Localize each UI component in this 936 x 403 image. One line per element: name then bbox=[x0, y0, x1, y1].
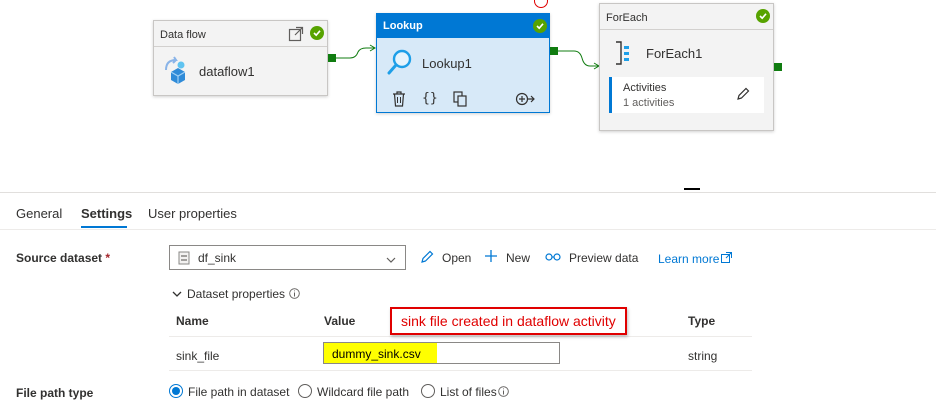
radio-label-list-of-files: List of files bbox=[440, 385, 497, 399]
open-label: Open bbox=[442, 251, 472, 265]
success-check-icon bbox=[756, 9, 770, 23]
tab-settings[interactable]: Settings bbox=[81, 206, 132, 221]
info-icon bbox=[289, 288, 300, 299]
lookup-success-connector[interactable] bbox=[550, 47, 558, 55]
pencil-icon bbox=[421, 250, 434, 263]
open-external-icon[interactable] bbox=[288, 26, 304, 45]
copy-icon[interactable] bbox=[453, 91, 467, 110]
table-header-divider bbox=[169, 336, 752, 337]
column-header-value: Value bbox=[324, 314, 356, 328]
dataset-properties-label: Dataset properties bbox=[187, 287, 286, 301]
dependency-arrow bbox=[558, 50, 600, 70]
property-value-text: dummy_sink.csv bbox=[332, 347, 421, 361]
learn-more-label: Learn more bbox=[658, 252, 720, 266]
node-type-label: Lookup bbox=[383, 20, 423, 32]
foreach-icon bbox=[612, 40, 632, 69]
success-check-icon bbox=[310, 26, 324, 40]
info-icon bbox=[498, 386, 509, 397]
node-type-label: ForEach bbox=[606, 12, 648, 24]
radio-wildcard-file-path[interactable] bbox=[298, 384, 312, 398]
dataset-selected-value: df_sink bbox=[198, 251, 237, 265]
foreach-success-connector[interactable] bbox=[774, 63, 782, 71]
required-mark: * bbox=[105, 251, 111, 265]
radio-label-file-path-in-dataset: File path in dataset bbox=[188, 385, 290, 399]
delete-icon[interactable] bbox=[392, 91, 406, 110]
dataflow-icon bbox=[162, 56, 188, 87]
activities-box[interactable]: Activities 1 activities bbox=[609, 77, 764, 113]
property-value-input[interactable]: dummy_sink.csv bbox=[323, 342, 560, 364]
dataset-icon bbox=[178, 251, 190, 268]
activity-name: ForEach1 bbox=[646, 46, 703, 61]
radio-list-of-files[interactable] bbox=[421, 384, 435, 398]
selection-handle[interactable] bbox=[534, 0, 548, 8]
pipeline-canvas: Data flow dataflow1 Lookup Lookup1 {} Fo… bbox=[0, 0, 936, 192]
add-output-icon[interactable] bbox=[515, 92, 535, 109]
activity-properties-panel: General Settings User properties Source … bbox=[0, 192, 936, 403]
column-header-type: Type bbox=[688, 314, 716, 328]
property-type-cell: string bbox=[688, 349, 718, 363]
dataflow-activity-node[interactable]: Data flow dataflow1 bbox=[153, 20, 328, 96]
panel-resize-handle[interactable] bbox=[684, 188, 700, 190]
dependency-arrow bbox=[336, 44, 376, 59]
tab-general[interactable]: General bbox=[16, 206, 62, 221]
activities-label: Activities bbox=[623, 82, 667, 94]
lookup-activity-node[interactable]: Lookup Lookup1 {} bbox=[376, 13, 550, 113]
activity-name: Lookup1 bbox=[422, 56, 472, 71]
preview-label: Preview data bbox=[569, 251, 639, 265]
dataflow-success-connector[interactable] bbox=[328, 54, 336, 62]
active-tab-indicator bbox=[81, 226, 127, 228]
lookup-icon bbox=[387, 48, 415, 79]
foreach-activity-node[interactable]: ForEach ForEach1 Activities 1 activities bbox=[599, 3, 774, 131]
external-link-icon bbox=[721, 252, 732, 263]
source-dataset-label-text: Source dataset bbox=[16, 251, 103, 265]
source-dataset-dropdown[interactable]: df_sink bbox=[169, 245, 406, 270]
annotation-callout: sink file created in dataflow activity bbox=[390, 307, 627, 335]
code-icon[interactable]: {} bbox=[422, 91, 438, 106]
tab-user-properties[interactable]: User properties bbox=[148, 206, 237, 221]
radio-file-path-in-dataset[interactable] bbox=[169, 384, 183, 398]
new-label: New bbox=[506, 251, 531, 265]
activities-count: 1 activities bbox=[623, 97, 675, 109]
radio-label-wildcard-file-path: Wildcard file path bbox=[317, 385, 410, 399]
chevron-down-icon bbox=[386, 253, 396, 267]
node-type-label: Data flow bbox=[160, 29, 206, 41]
tabs-divider bbox=[0, 229, 936, 230]
plus-icon bbox=[485, 250, 497, 262]
source-dataset-label: Source dataset * bbox=[16, 251, 110, 265]
table-row-divider bbox=[169, 370, 752, 371]
glasses-icon bbox=[545, 253, 561, 261]
property-name-cell: sink_file bbox=[176, 349, 220, 363]
column-header-name: Name bbox=[176, 314, 209, 328]
activity-name: dataflow1 bbox=[199, 64, 255, 79]
edit-pencil-icon[interactable] bbox=[736, 87, 750, 104]
learn-more-link[interactable]: Learn more bbox=[658, 252, 732, 266]
success-check-icon bbox=[533, 19, 547, 33]
callout-text: sink file created in dataflow activity bbox=[401, 313, 616, 329]
chevron-down-icon bbox=[172, 291, 182, 297]
file-path-type-label: File path type bbox=[16, 386, 94, 400]
